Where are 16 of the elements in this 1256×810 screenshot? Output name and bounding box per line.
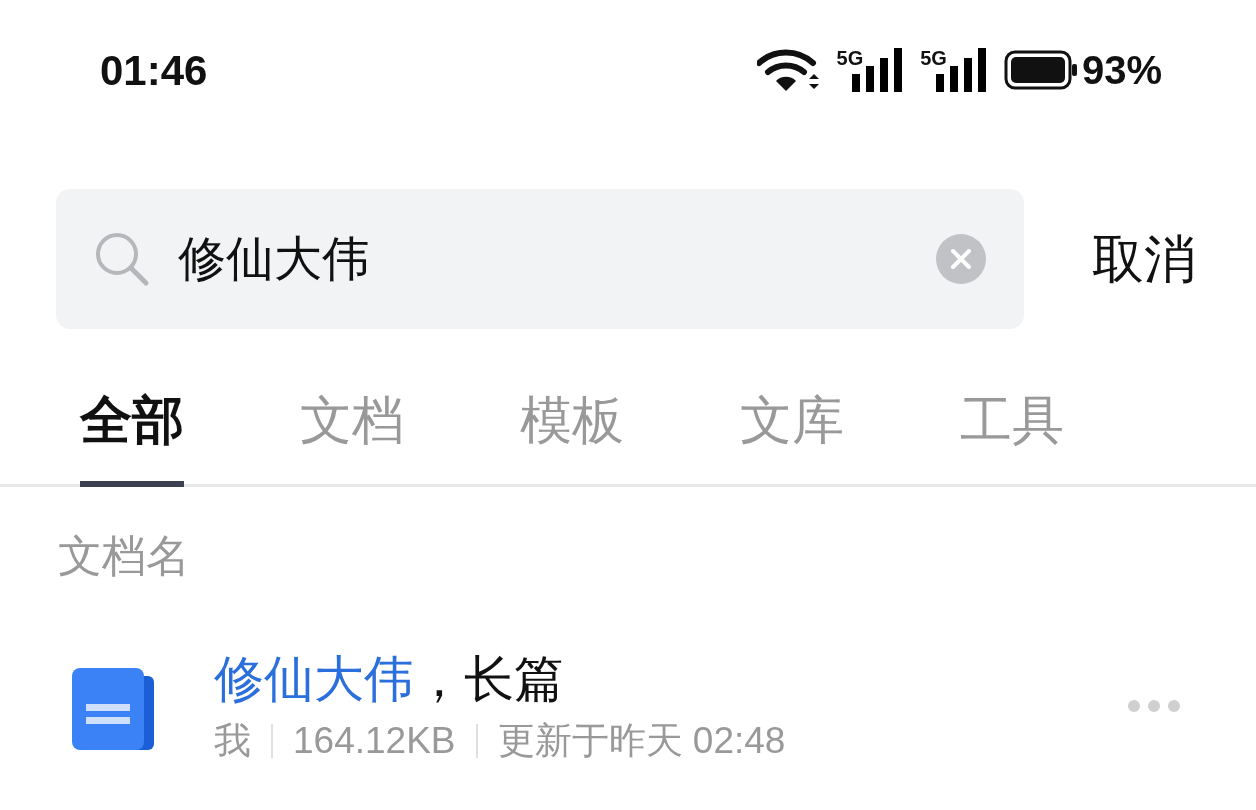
document-meta: 我: [214, 719, 251, 763]
close-icon: [950, 248, 972, 270]
tab[interactable]: 全部: [80, 381, 184, 487]
document-title[interactable]: 修仙大伟，长篇: [214, 649, 1124, 709]
cancel-button[interactable]: 取消: [1092, 220, 1196, 298]
document-meta: 164.12KB: [293, 719, 456, 763]
document-icon[interactable]: [72, 667, 154, 750]
battery-percent: 93%: [1081, 47, 1162, 94]
battery-icon: [1003, 50, 1078, 90]
section-title: 文档名: [58, 531, 190, 580]
status-time: 01:46: [100, 45, 208, 96]
document-meta: 更新于昨天 02:48: [497, 719, 786, 763]
search-icon: [94, 231, 150, 287]
clear-button[interactable]: [936, 234, 986, 284]
search-field[interactable]: 修仙大伟: [56, 189, 1024, 329]
wifi-icon: [756, 47, 819, 93]
